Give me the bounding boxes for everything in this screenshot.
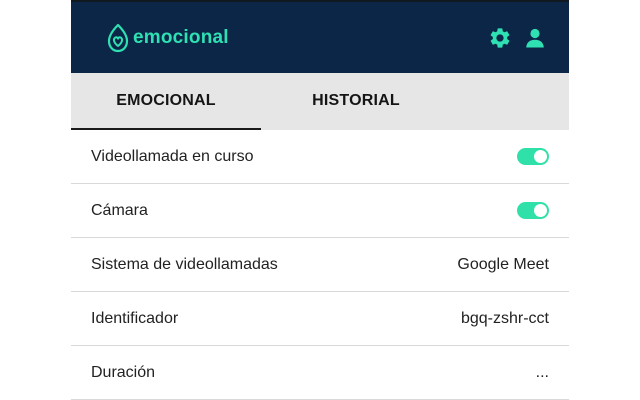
row-label: Duración bbox=[91, 364, 156, 381]
status-list: Videollamada en curso Cámara Sistema de … bbox=[71, 130, 569, 400]
row-label: Videollamada en curso bbox=[91, 148, 254, 165]
extension-panel: emocional EMOCIONAL HISTORIAL Videollama… bbox=[71, 0, 569, 400]
tab-bar: EMOCIONAL HISTORIAL bbox=[71, 73, 569, 130]
row-camera: Cámara bbox=[71, 184, 569, 238]
row-label: Identificador bbox=[91, 310, 179, 327]
toggle-knob bbox=[534, 204, 547, 217]
videocall-system-value: Google Meet bbox=[457, 256, 549, 273]
row-duration: Duración ... bbox=[71, 346, 569, 400]
brand: emocional bbox=[107, 22, 229, 54]
toggle-knob bbox=[534, 150, 547, 163]
duration-value: ... bbox=[535, 364, 549, 381]
user-icon[interactable] bbox=[523, 26, 547, 50]
tab-emocional[interactable]: EMOCIONAL bbox=[71, 73, 261, 130]
row-videocall-system: Sistema de videollamadas Google Meet bbox=[71, 238, 569, 292]
identifier-value: bgq-zshr-cct bbox=[460, 310, 549, 327]
row-label: Sistema de videollamadas bbox=[91, 256, 278, 273]
videocall-toggle[interactable] bbox=[517, 148, 549, 165]
header-actions bbox=[488, 26, 547, 50]
row-videocall-in-progress: Videollamada en curso bbox=[71, 130, 569, 184]
brand-name: emocional bbox=[133, 27, 229, 48]
row-identifier: Identificador bgq-zshr-cct bbox=[71, 292, 569, 346]
tab-historial-label: HISTORIAL bbox=[312, 92, 400, 109]
gear-icon[interactable] bbox=[488, 26, 512, 50]
tab-historial[interactable]: HISTORIAL bbox=[261, 73, 451, 130]
emocional-logo-icon bbox=[107, 23, 129, 53]
camera-toggle[interactable] bbox=[517, 202, 549, 219]
tab-emocional-label: EMOCIONAL bbox=[116, 92, 216, 109]
header-bar: emocional bbox=[71, 0, 569, 73]
row-label: Cámara bbox=[91, 202, 148, 219]
